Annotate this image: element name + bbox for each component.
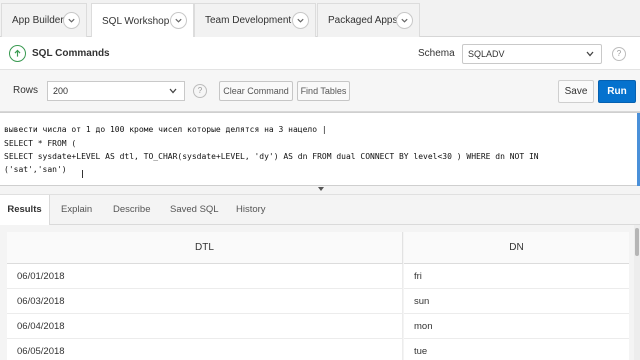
text-cursor	[82, 170, 83, 178]
find-tables-button[interactable]: Find Tables	[297, 81, 350, 101]
chevron-down-icon[interactable]	[63, 12, 80, 29]
code-line: SELECT sysdate+LEVEL AS dtl, TO_CHAR(sys…	[4, 152, 539, 161]
tab-describe[interactable]: Describe	[113, 195, 151, 225]
save-button[interactable]: Save	[558, 80, 594, 103]
top-nav-bar: App Builder SQL Workshop Team Developmen…	[0, 0, 640, 38]
tab-label: App Builder	[12, 15, 64, 26]
tab-label: Team Development	[205, 15, 292, 26]
table-cell: fri	[404, 264, 629, 289]
chevron-down-icon	[586, 51, 594, 57]
table-cell: 06/05/2018	[7, 339, 403, 360]
page-title: SQL Commands	[32, 48, 110, 59]
chevron-down-icon[interactable]	[170, 12, 187, 29]
table-cell: 06/03/2018	[7, 289, 403, 314]
run-button[interactable]: Run	[598, 80, 636, 103]
resize-splitter[interactable]	[0, 186, 640, 195]
column-header-dtl[interactable]: DTL	[7, 232, 403, 264]
code-line: ('sat','san')	[4, 165, 67, 174]
results-panel: DTL DN 06/01/2018 fri 06/03/2018 sun 06/…	[0, 225, 640, 360]
table-cell: 06/01/2018	[7, 264, 403, 289]
chevron-down-icon[interactable]	[396, 12, 413, 29]
tab-label: Packaged Apps	[328, 15, 398, 26]
clear-command-button[interactable]: Clear Command	[219, 81, 293, 101]
table-cell: tue	[404, 339, 629, 360]
tab-team-development[interactable]: Team Development	[194, 3, 316, 37]
rows-label: Rows	[13, 85, 39, 96]
schema-label: Schema	[418, 48, 455, 59]
chevron-down-icon[interactable]	[292, 12, 309, 29]
column-header-dn[interactable]: DN	[404, 232, 629, 264]
schema-select[interactable]: SQLADV	[462, 44, 602, 64]
rows-select[interactable]: 200	[47, 81, 185, 101]
schema-value: SQLADV	[468, 49, 505, 59]
help-icon[interactable]: ?	[193, 84, 207, 98]
collapse-arrow-icon[interactable]	[318, 187, 324, 191]
tab-packaged-apps[interactable]: Packaged Apps	[317, 3, 420, 37]
table-cell: sun	[404, 289, 629, 314]
table-cell: 06/04/2018	[7, 314, 403, 339]
tab-label: SQL Workshop	[102, 15, 170, 27]
help-icon[interactable]: ?	[612, 47, 626, 61]
scrollbar-thumb[interactable]	[635, 228, 639, 256]
tab-app-builder[interactable]: App Builder	[1, 3, 87, 37]
table-cell: mon	[404, 314, 629, 339]
sql-editor[interactable]	[0, 112, 640, 187]
command-toolbar: Rows 200 ? Clear Command Find Tables	[0, 70, 640, 112]
chevron-down-icon	[169, 88, 177, 94]
result-tabs: Results Explain Describe Saved SQL Histo…	[0, 195, 640, 226]
tab-explain[interactable]: Explain	[61, 195, 92, 225]
tab-saved-sql[interactable]: Saved SQL	[170, 195, 219, 225]
page-header: SQL Commands Schema SQLADV ?	[0, 37, 640, 70]
tab-results[interactable]: Results	[0, 195, 50, 226]
arrow-up-icon	[9, 45, 26, 62]
code-line: вывести числа от 1 до 100 кроме чисел ко…	[4, 125, 327, 134]
tab-sql-workshop[interactable]: SQL Workshop	[91, 3, 194, 38]
code-line: SELECT * FROM (	[4, 139, 77, 148]
rows-value: 200	[53, 86, 69, 96]
results-scrollbar[interactable]	[634, 225, 640, 360]
tab-history[interactable]: History	[236, 195, 266, 225]
